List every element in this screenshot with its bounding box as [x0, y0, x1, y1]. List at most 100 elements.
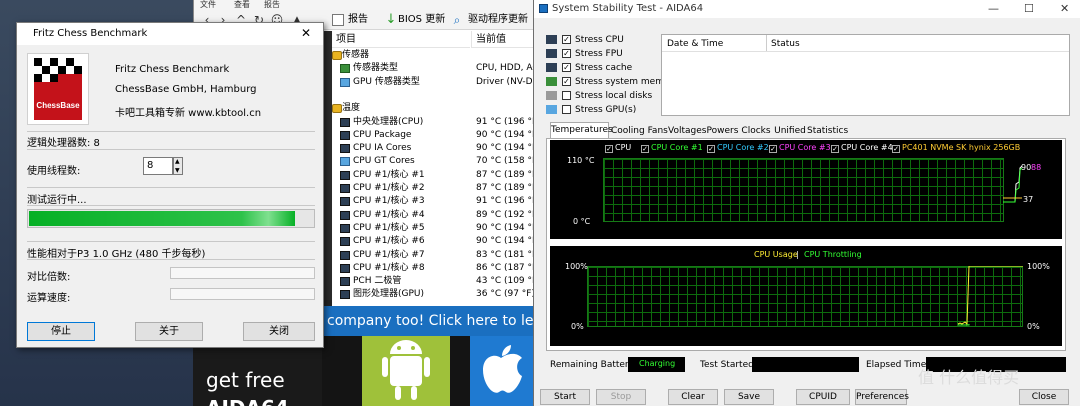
- stop-button[interactable]: Stop: [596, 389, 646, 405]
- ad-brand-text: AIDA64: [206, 396, 289, 406]
- threads-value[interactable]: 8: [147, 160, 153, 171]
- checkbox[interactable]: ✓: [562, 77, 571, 86]
- stress-option[interactable]: Stress GPU(s): [546, 103, 666, 117]
- table-row[interactable]: CPU #1/核心 #5 90 °C (194 °F): [332, 222, 541, 235]
- checkbox[interactable]: ✓: [562, 35, 571, 44]
- checkbox[interactable]: ✓: [562, 49, 571, 58]
- table-row[interactable]: CPU #1/核心 #7 83 °C (181 °F): [332, 249, 541, 262]
- legend-item[interactable]: ✓ PC401 NVMe SK hynix 256GB: [892, 143, 1020, 153]
- legend-checkbox[interactable]: ✓: [831, 145, 839, 153]
- report-icon[interactable]: [332, 14, 344, 26]
- stepper-down-icon[interactable]: ▼: [175, 167, 180, 174]
- legend-item[interactable]: ✓ CPU: [605, 143, 631, 153]
- chip-icon: [340, 290, 350, 300]
- device-icon: [546, 105, 557, 114]
- table-row[interactable]: CPU Package 90 °C (194 °F): [332, 129, 541, 142]
- divider: [27, 149, 315, 150]
- stress-option[interactable]: ✓ Stress cache: [546, 61, 666, 75]
- table-row[interactable]: GPU 传感器类型 Driver (NV-DRV: [332, 76, 545, 89]
- stress-option-label[interactable]: Stress cache: [575, 61, 632, 75]
- sensor-group-row[interactable]: 温度: [332, 102, 534, 115]
- menu-report[interactable]: 报告: [264, 0, 280, 10]
- table-row[interactable]: 图形处理器(GPU) 36 °C (97 °F): [332, 288, 535, 301]
- chip-icon: [340, 197, 350, 207]
- legend-item[interactable]: ✓ CPU Core #3: [769, 143, 831, 153]
- tab-powers[interactable]: Powers: [706, 124, 739, 138]
- menu-view[interactable]: 查看: [234, 0, 250, 10]
- sensor-value: 86 °C (187 °F): [476, 262, 541, 273]
- menu-file[interactable]: 文件: [200, 0, 216, 10]
- legend-checkbox[interactable]: ✓: [769, 145, 777, 153]
- stress-option[interactable]: ✓ Stress system memory: [546, 75, 679, 89]
- apple-icon: [470, 336, 533, 406]
- table-row[interactable]: CPU #1/核心 #4 89 °C (192 °F): [332, 209, 541, 222]
- tab-unified[interactable]: Unified: [774, 124, 806, 138]
- download-icon[interactable]: ↓: [384, 13, 398, 27]
- checkbox[interactable]: [562, 105, 571, 114]
- status-header[interactable]: Status: [771, 39, 800, 49]
- legend-item[interactable]: ✓ CPU Core #1: [641, 143, 703, 153]
- maximize-icon[interactable]: ☐: [1024, 2, 1034, 15]
- column-item[interactable]: 项目: [332, 31, 470, 48]
- tab-statistics[interactable]: Statistics: [807, 124, 848, 138]
- threads-spinbox[interactable]: 8: [143, 157, 173, 175]
- sensor-group-row[interactable]: 传感器: [332, 49, 534, 62]
- checkbox[interactable]: ✓: [562, 63, 571, 72]
- tab-clocks[interactable]: Clocks: [740, 124, 772, 138]
- speed-label: 运算速度:: [27, 293, 71, 304]
- datetime-header[interactable]: Date & Time: [667, 39, 723, 49]
- table-row[interactable]: CPU #1/核心 #2 87 °C (189 °F): [332, 182, 541, 195]
- column-current[interactable]: 当前值: [471, 31, 534, 48]
- legend-item[interactable]: ✓ CPU Core #2: [707, 143, 769, 153]
- cpuid-button[interactable]: CPUID: [796, 389, 850, 405]
- tab-cooling-fans[interactable]: Cooling Fans: [611, 124, 668, 138]
- driver-update-button[interactable]: 驱动程序更新: [468, 13, 528, 27]
- close-button[interactable]: 关闭: [243, 322, 315, 341]
- minimize-icon[interactable]: —: [988, 2, 999, 15]
- search-icon[interactable]: ⌕: [450, 13, 464, 27]
- ad-banner-text[interactable]: company too! Click here to learn: [327, 313, 556, 329]
- stepper-up-icon[interactable]: ▲: [175, 158, 180, 165]
- legend-item[interactable]: ✓ CPU Core #4: [831, 143, 893, 153]
- threads-stepper[interactable]: ▲ ▼: [173, 157, 183, 175]
- table-row[interactable]: 传感器类型 CPU, HDD, ACP: [332, 62, 544, 75]
- legend-checkbox[interactable]: ✓: [605, 145, 613, 153]
- close-icon[interactable]: ✕: [301, 26, 311, 40]
- table-row[interactable]: CPU #1/核心 #6 90 °C (194 °F): [332, 235, 541, 248]
- stress-option-label[interactable]: Stress GPU(s): [575, 103, 636, 117]
- table-row[interactable]: CPU #1/核心 #3 91 °C (196 °F): [332, 195, 541, 208]
- table-row[interactable]: 中央处理器(CPU) 91 °C (196 °F): [332, 116, 541, 129]
- preferences-button[interactable]: Preferences: [855, 389, 909, 405]
- stop-button[interactable]: 停止: [27, 322, 95, 341]
- company-name: ChessBase GmbH, Hamburg: [115, 84, 257, 95]
- table-row[interactable]: PCH 二极管 43 °C (109 °F): [332, 275, 541, 288]
- table-row[interactable]: CPU #1/核心 #1 87 °C (189 °F): [332, 169, 541, 182]
- report-button[interactable]: 报告: [348, 13, 368, 27]
- bios-update-button[interactable]: BIOS 更新: [398, 13, 445, 27]
- table-row[interactable]: [332, 89, 534, 102]
- tab-temperatures[interactable]: Temperatures: [550, 122, 613, 138]
- legend-checkbox[interactable]: ✓: [707, 145, 715, 153]
- stress-option-label[interactable]: Stress CPU: [575, 33, 624, 47]
- close-button[interactable]: Close: [1019, 389, 1069, 405]
- table-row[interactable]: CPU #1/核心 #8 86 °C (187 °F): [332, 262, 541, 275]
- stress-option-label[interactable]: Stress local disks: [575, 89, 652, 103]
- stress-option[interactable]: ✓ Stress FPU: [546, 47, 666, 61]
- clear-button[interactable]: Clear: [668, 389, 718, 405]
- checkbox[interactable]: [562, 91, 571, 100]
- test-started-value: [752, 357, 859, 372]
- table-row[interactable]: CPU GT Cores 70 °C (158 °F): [332, 155, 541, 168]
- stress-option[interactable]: ✓ Stress CPU: [546, 33, 666, 47]
- temp-readout-high: 90: [1021, 163, 1032, 172]
- about-button[interactable]: 关于: [135, 322, 203, 341]
- save-button[interactable]: Save: [724, 389, 774, 405]
- table-row[interactable]: CPU IA Cores 90 °C (194 °F): [332, 142, 541, 155]
- stress-option-label[interactable]: Stress FPU: [575, 47, 623, 61]
- start-button[interactable]: Start: [540, 389, 590, 405]
- legend-checkbox[interactable]: ✓: [892, 145, 900, 153]
- legend-checkbox[interactable]: ✓: [641, 145, 649, 153]
- close-icon[interactable]: ✕: [1060, 2, 1069, 15]
- tab-voltages[interactable]: Voltages: [668, 124, 706, 138]
- ad-strip[interactable]: company too! Click here to learn: [322, 306, 556, 336]
- stress-option[interactable]: Stress local disks: [546, 89, 666, 103]
